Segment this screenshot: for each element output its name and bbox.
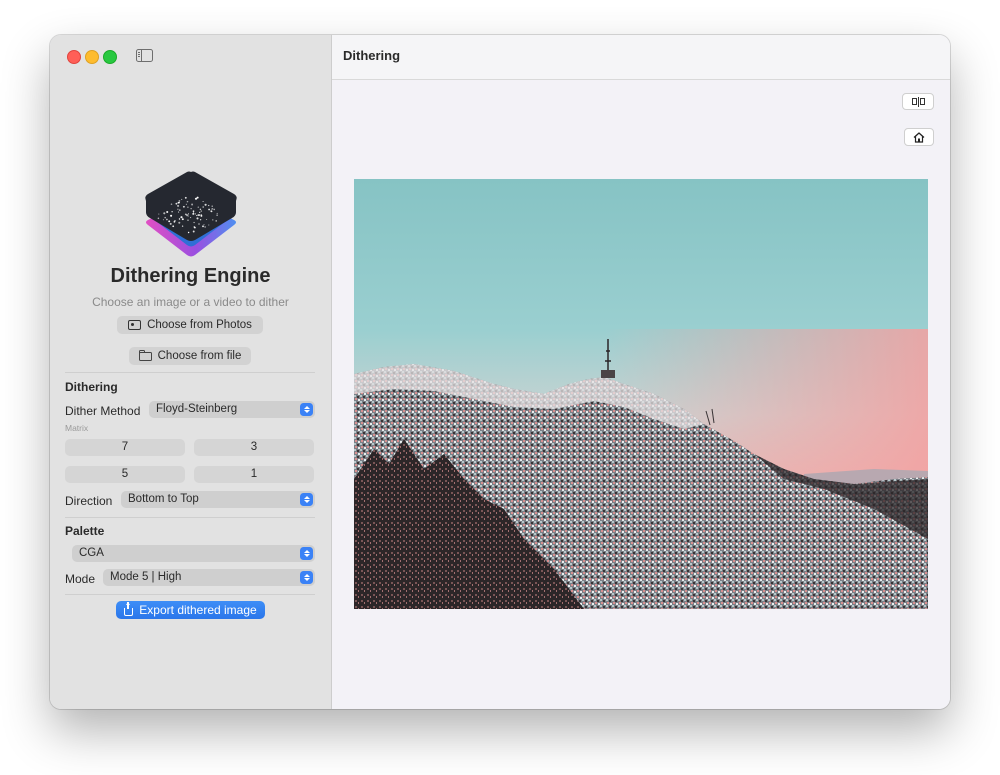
mode-value: Mode 5 | High: [110, 571, 182, 583]
choose-from-photos-button[interactable]: Choose from Photos: [117, 316, 263, 334]
direction-label: Direction: [65, 494, 113, 508]
dithered-image-preview: [354, 179, 928, 609]
window-title: Dithering: [343, 48, 401, 63]
chevron-updown-icon: [300, 547, 313, 560]
split-view-icon: [911, 96, 925, 107]
direction-select[interactable]: Bottom to Top: [121, 491, 315, 508]
matrix-cell[interactable]: 1: [194, 466, 314, 483]
mode-select[interactable]: Mode 5 | High: [103, 569, 315, 586]
app-name: Dithering Engine: [110, 265, 271, 287]
export-label: Export dithered image: [139, 603, 257, 617]
choose-from-file-button[interactable]: Choose from file: [129, 347, 251, 365]
dither-method-select[interactable]: Floyd-Steinberg: [149, 401, 315, 418]
title-bar: Dithering: [332, 35, 950, 80]
chevron-updown-icon: [300, 571, 313, 584]
close-window-button[interactable]: [67, 50, 81, 64]
choose-file-label: Choose from file: [157, 350, 242, 362]
matrix-label: Matrix: [65, 423, 89, 433]
palette-select[interactable]: CGA: [72, 545, 315, 562]
zoom-window-button[interactable]: [103, 50, 117, 64]
compare-split-button[interactable]: [902, 93, 934, 110]
divider: [65, 372, 315, 373]
app-window: Dithering Engine Choose an image or a vi…: [50, 35, 950, 709]
divider: [65, 594, 315, 595]
matrix-cell[interactable]: 5: [65, 466, 185, 483]
palette-section-title: Palette: [65, 524, 105, 538]
mode-label: Mode: [65, 572, 96, 586]
export-dithered-image-button[interactable]: Export dithered image: [116, 601, 265, 619]
subtitle: Choose an image or a video to dither: [92, 295, 289, 309]
choose-photos-label: Choose from Photos: [147, 319, 252, 331]
share-icon: [124, 601, 134, 616]
direction-value: Bottom to Top: [128, 493, 199, 505]
minimize-window-button[interactable]: [85, 50, 99, 64]
palette-value: CGA: [79, 547, 104, 559]
divider: [65, 517, 315, 518]
matrix-cell[interactable]: 3: [194, 439, 314, 456]
chevron-updown-icon: [300, 403, 313, 416]
main-content: Dithering: [332, 35, 950, 709]
dithering-section-title: Dithering: [65, 380, 118, 394]
matrix-cell[interactable]: 7: [65, 439, 185, 456]
dither-method-label: Dither Method: [65, 404, 141, 418]
folder-icon: [138, 349, 152, 361]
reset-zoom-home-button[interactable]: [904, 128, 934, 146]
chevron-updown-icon: [300, 493, 313, 506]
dithered-landscape-image: [354, 179, 928, 609]
photo-icon: [128, 320, 142, 330]
home-icon: [913, 131, 925, 143]
sidebar: Dithering Engine Choose an image or a vi…: [50, 35, 332, 709]
app-logo-icon: [145, 171, 237, 257]
dither-method-value: Floyd-Steinberg: [156, 403, 238, 415]
sidebar-toggle-icon[interactable]: [136, 49, 153, 62]
